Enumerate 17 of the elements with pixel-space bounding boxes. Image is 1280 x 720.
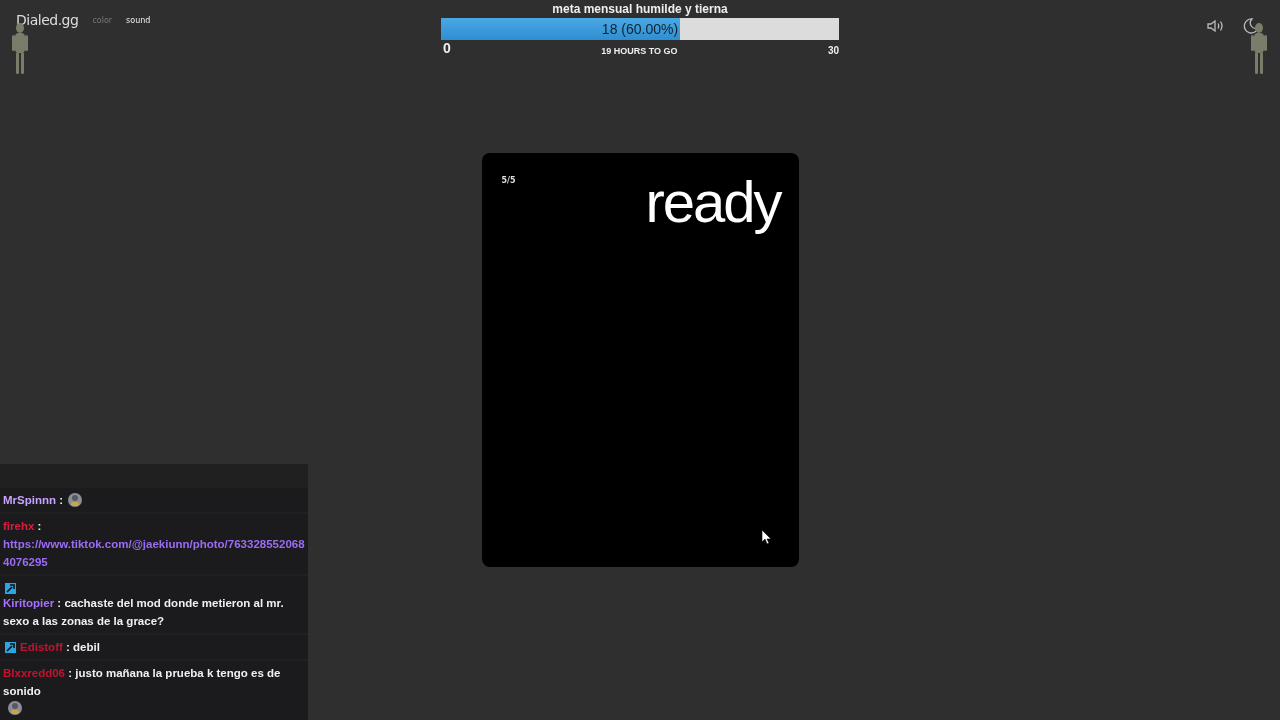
cursor-icon (761, 530, 771, 544)
chat-text: Kiritopier : cachaste del mod donde metieron al mr. sexo a las zonas de la grace? (3, 596, 285, 629)
speaker-icon[interactable] (1206, 17, 1224, 35)
chat-text: MrSpinnn : (3, 493, 64, 508)
chat-link[interactable]: https://www.tiktok.com/@jaekiunn/photo/7633285520684076295 (3, 535, 305, 571)
nav-tab[interactable]: sound (126, 12, 151, 25)
goal-max: 30 (827, 45, 839, 56)
goal-title: meta mensual humilde y tierna (551, 2, 729, 16)
progress-label: 18 (60.00%) (601, 21, 679, 37)
chat-text: firehx : (3, 519, 42, 534)
site-logo[interactable]: Dialed.gg (16, 12, 79, 28)
time-remaining: 19 HOURS TO GO (601, 46, 678, 56)
card-counter: 5/5 (501, 176, 516, 185)
chat-text: Edistoff : debil (20, 640, 100, 655)
chat-text: Blxxredd06 : justo mañana la prueba k tengo es de sonido (3, 666, 282, 699)
goal-min: 0 (442, 40, 451, 56)
figure-icon (1248, 22, 1270, 76)
